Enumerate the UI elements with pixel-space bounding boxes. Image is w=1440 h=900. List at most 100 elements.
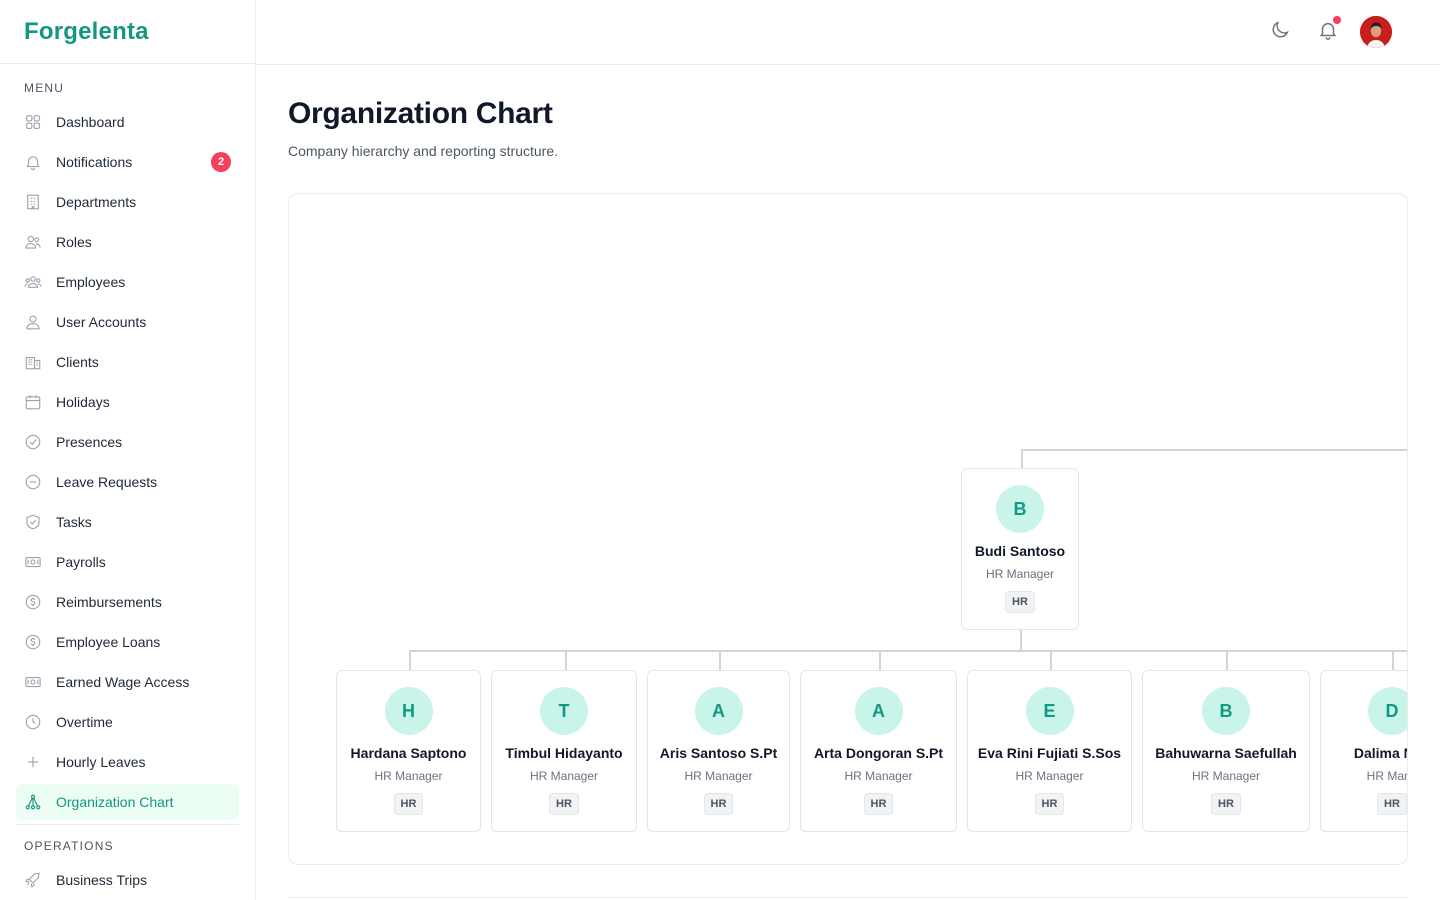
org-node[interactable]: T Timbul Hidayanto HR Manager HR	[491, 670, 637, 832]
sidebar-item-label: User Accounts	[56, 314, 147, 330]
sidebar-item-label: Tasks	[56, 514, 92, 530]
org-node[interactable]: D Dalima Nov HR Mana HR	[1320, 670, 1407, 832]
dashboard-icon	[24, 113, 42, 131]
dollar-circle-icon	[24, 593, 42, 611]
sidebar-menu: Dashboard Notifications 2 Departments Ro…	[0, 104, 255, 820]
sidebar-item-label: Roles	[56, 234, 92, 250]
connector-top-horizontal	[1021, 449, 1407, 451]
connector-child-drop	[1392, 650, 1394, 670]
employee-name: Eva Rini Fujiati S.Sos	[977, 745, 1122, 761]
sidebar-item-label: Leave Requests	[56, 474, 158, 490]
initial-avatar: B	[996, 485, 1044, 533]
sidebar-item-label: Employees	[56, 274, 126, 290]
user-icon	[24, 313, 42, 331]
org-chart-card[interactable]: B Budi Santoso HR Manager HR H Hardana S…	[288, 193, 1408, 865]
org-node-root[interactable]: B Budi Santoso HR Manager HR	[961, 468, 1079, 630]
sidebar-item-holidays[interactable]: Holidays	[16, 384, 239, 420]
initial-avatar: D	[1368, 687, 1407, 735]
department-badge: HR	[863, 793, 894, 815]
sidebar-item-earned-wage-access[interactable]: Earned Wage Access	[16, 664, 239, 700]
shield-check-icon	[24, 513, 42, 531]
sidebar-item-overtime[interactable]: Overtime	[16, 704, 239, 740]
operations-menu: Business Trips	[0, 862, 255, 898]
avatar-photo	[1360, 16, 1392, 48]
rocket-icon	[24, 871, 42, 889]
org-chart-icon	[24, 793, 42, 811]
org-node[interactable]: B Bahuwarna Saefullah HR Manager HR	[1142, 670, 1310, 832]
employee-role: HR Manager	[374, 769, 443, 783]
sidebar-item-clients[interactable]: Clients	[16, 344, 239, 380]
sidebar-item-notifications[interactable]: Notifications 2	[16, 144, 239, 180]
sidebar-item-label: Overtime	[56, 714, 113, 730]
employee-role: HR Manager	[529, 769, 599, 783]
sidebar-item-label: Presences	[56, 434, 123, 450]
sidebar-item-employee-loans[interactable]: Employee Loans	[16, 624, 239, 660]
employee-role: HR Manager	[1191, 769, 1261, 783]
department-badge: HR	[703, 793, 734, 815]
org-node[interactable]: A Aris Santoso S.Pt HR Manager HR	[647, 670, 790, 832]
sidebar-item-user-accounts[interactable]: User Accounts	[16, 304, 239, 340]
app-root: Forgelenta MENU Dashboard Notifications …	[0, 0, 1440, 900]
banknote-icon	[24, 553, 42, 571]
department-badge: HR	[1211, 793, 1241, 815]
sidebar: Forgelenta MENU Dashboard Notifications …	[0, 0, 256, 900]
department-badge: HR	[1005, 591, 1035, 613]
sidebar-item-label: Clients	[56, 354, 99, 370]
initial-avatar: H	[384, 687, 433, 735]
department-badge: HR	[549, 793, 579, 815]
sidebar-item-label: Organization Chart	[56, 794, 174, 810]
content-divider	[288, 897, 1408, 898]
sidebar-item-departments[interactable]: Departments	[16, 184, 239, 220]
employee-name: Bahuwarna Saefullah	[1155, 745, 1297, 761]
employee-role: HR Manager	[844, 769, 913, 783]
sidebar-item-presences[interactable]: Presences	[16, 424, 239, 460]
connector-child-drop	[409, 650, 411, 670]
initial-avatar: T	[540, 687, 588, 735]
employee-role: HR Manager	[1015, 769, 1084, 783]
employee-name: Timbul Hidayanto	[505, 745, 623, 761]
employee-role: HR Mana	[1366, 769, 1407, 783]
calendar-icon	[24, 393, 42, 411]
office-icon	[24, 353, 42, 371]
employee-role: HR Manager	[684, 769, 753, 783]
sidebar-item-label: Notifications	[56, 154, 133, 170]
user-avatar[interactable]	[1360, 16, 1392, 48]
theme-toggle-button[interactable]	[1265, 17, 1295, 47]
department-badge: HR	[1034, 793, 1065, 815]
sidebar-item-business-trips[interactable]: Business Trips	[16, 862, 239, 898]
check-circle-icon	[24, 433, 42, 451]
bell-icon	[24, 153, 42, 171]
sidebar-item-employees[interactable]: Employees	[16, 264, 239, 300]
sidebar-item-label: Departments	[56, 194, 137, 210]
employee-name: Dalima Nov	[1353, 745, 1407, 761]
users-icon	[24, 273, 42, 291]
notifications-count-badge: 2	[211, 152, 231, 172]
sidebar-item-label: Holidays	[56, 394, 110, 410]
brand: Forgelenta	[0, 0, 255, 64]
connector-child-drop	[1050, 650, 1052, 670]
org-node[interactable]: H Hardana Saptono HR Manager HR	[336, 670, 481, 832]
sidebar-item-label: Earned Wage Access	[56, 674, 190, 690]
sidebar-item-roles[interactable]: Roles	[16, 224, 239, 260]
connector-child-drop	[879, 650, 881, 670]
plus-icon	[24, 753, 42, 771]
sidebar-item-reimbursements[interactable]: Reimbursements	[16, 584, 239, 620]
sidebar-item-payrolls[interactable]: Payrolls	[16, 544, 239, 580]
org-node[interactable]: A Arta Dongoran S.Pt HR Manager HR	[800, 670, 957, 832]
connector-root-down	[1020, 630, 1022, 650]
org-node[interactable]: E Eva Rini Fujiati S.Sos HR Manager HR	[967, 670, 1132, 832]
sidebar-item-dashboard[interactable]: Dashboard	[16, 104, 239, 140]
sidebar-item-organization-chart[interactable]: Organization Chart	[16, 784, 239, 820]
banknote-icon	[24, 673, 42, 691]
sidebar-item-label: Payrolls	[56, 554, 106, 570]
connector-children-horizontal	[409, 650, 1407, 652]
minus-circle-icon	[24, 473, 42, 491]
sidebar-item-leave-requests[interactable]: Leave Requests	[16, 464, 239, 500]
dollar-circle-icon	[24, 633, 42, 651]
sidebar-item-hourly-leaves[interactable]: Hourly Leaves	[16, 744, 239, 780]
notifications-button[interactable]	[1313, 16, 1343, 47]
brand-logo-text[interactable]: Forgelenta	[24, 18, 149, 46]
sidebar-item-tasks[interactable]: Tasks	[16, 504, 239, 540]
notification-dot	[1333, 16, 1341, 24]
sidebar-item-label: Employee Loans	[56, 634, 161, 650]
